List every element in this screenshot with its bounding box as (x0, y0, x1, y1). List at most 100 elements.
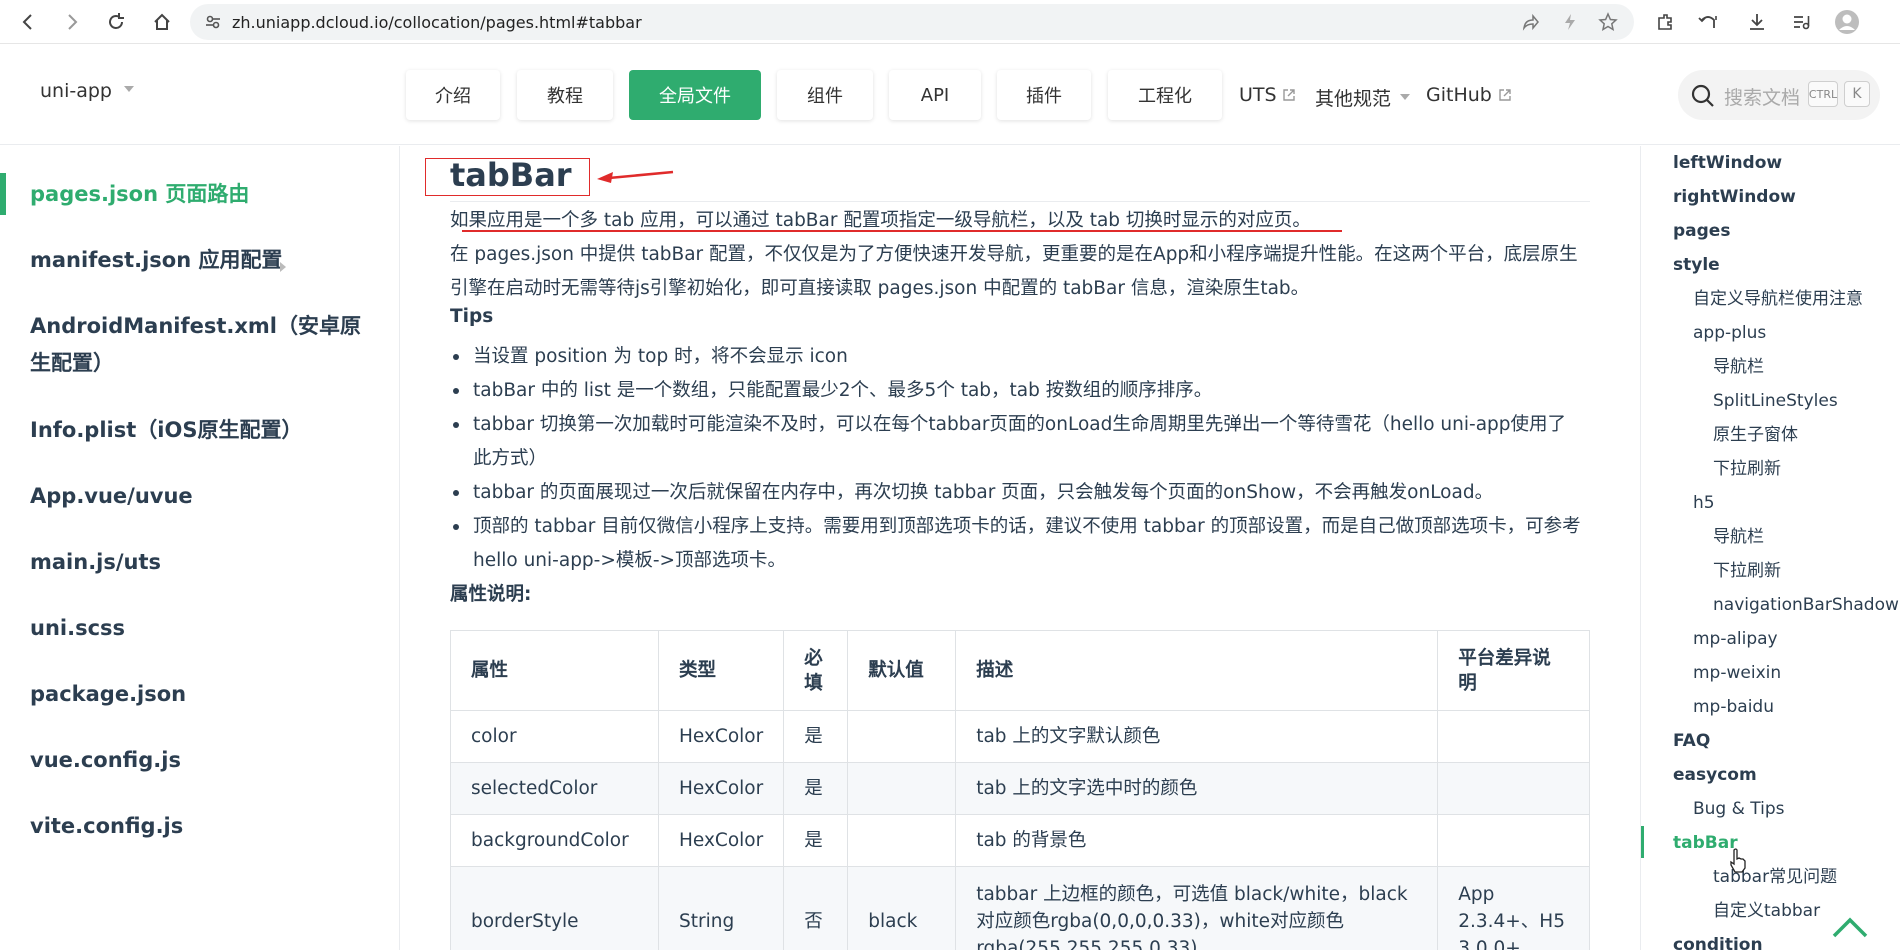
nav-components[interactable]: 组件 (777, 70, 873, 120)
toc-item[interactable]: 下拉刷新 (1713, 452, 1781, 486)
back-icon[interactable] (12, 6, 44, 38)
cell: tab 的背景色 (955, 814, 1439, 867)
cell: String (657, 866, 785, 950)
brand-selector[interactable]: uni-app (40, 80, 112, 102)
search-placeholder: 搜索文档 (1724, 87, 1801, 109)
reload-icon[interactable] (100, 6, 132, 38)
home-icon[interactable] (146, 6, 178, 38)
toc-item[interactable]: 原生子窗体 (1713, 418, 1798, 452)
sidebar-item-pages-json[interactable]: pages.json 页面路由 (30, 176, 370, 213)
chevron-down-icon[interactable] (1400, 94, 1410, 100)
cell: tabbar 上边框的颜色，可选值 black/white，black对应颜色r… (955, 866, 1439, 950)
nav-other-specs[interactable]: 其他规范 (1315, 84, 1391, 111)
toc-item[interactable]: 导航栏 (1713, 520, 1764, 554)
external-link-icon (1499, 89, 1511, 101)
toc-item[interactable]: 自定义tabbar (1713, 894, 1820, 928)
sidebar-active-indicator (0, 173, 6, 215)
sidebar-item-info-plist[interactable]: Info.plist（iOS原生配置） (30, 412, 370, 449)
sidebar-item-app-vue[interactable]: App.vue/uvue (30, 478, 370, 515)
chevron-right-icon[interactable] (280, 262, 286, 272)
sidebar: pages.json 页面路由 manifest.json 应用配置 Andro… (0, 146, 400, 950)
toc-item[interactable]: condition (1673, 928, 1763, 950)
toc-item[interactable]: style (1673, 248, 1720, 282)
heading-divider (450, 201, 1590, 202)
table-row: backgroundColor HexColor 是 tab 的背景色 (450, 814, 1590, 867)
toc-item[interactable]: 自定义导航栏使用注意 (1693, 282, 1863, 316)
toc-item[interactable]: mp-baidu (1693, 690, 1774, 724)
nav-plugins[interactable]: 插件 (997, 70, 1091, 120)
nav-api[interactable]: API (889, 70, 981, 120)
toc-item[interactable]: 下拉刷新 (1713, 554, 1781, 588)
tip-text: tabbar 切换第一次加载时可能渲染不及时，可以在每个tabbar页面的onL… (473, 414, 1567, 469)
sidebar-item-vue-config[interactable]: vue.config.js (30, 742, 370, 779)
cell: 是 (783, 762, 849, 815)
cell (1437, 814, 1590, 867)
col-header: 默认值 (847, 630, 957, 711)
sidebar-item-main-js[interactable]: main.js/uts (30, 544, 370, 581)
col-header: 必填 (783, 630, 849, 711)
cell: color (450, 710, 659, 763)
history-icon[interactable] (1694, 7, 1724, 37)
share-icon[interactable] (1520, 12, 1542, 34)
browser-toolbar: zh.uniapp.dcloud.io/collocation/pages.ht… (0, 0, 1900, 44)
toc-item[interactable]: rightWindow (1673, 180, 1796, 214)
cell (1437, 710, 1590, 763)
forward-icon[interactable] (56, 6, 88, 38)
nav-engineering[interactable]: 工程化 (1108, 70, 1222, 120)
nav-github[interactable]: GitHub (1426, 84, 1492, 106)
sidebar-item-vite-config[interactable]: vite.config.js (30, 808, 370, 845)
toc-item[interactable]: mp-weixin (1693, 656, 1781, 690)
nav-tutorial[interactable]: 教程 (517, 70, 613, 120)
list-item: tabbar 切换第一次加载时可能渲染不及时，可以在每个tabbar页面的onL… (453, 408, 1583, 476)
toc-item[interactable]: navigationBarShadow (1713, 588, 1899, 622)
search-button[interactable]: 搜索文档 CTRL K (1678, 70, 1880, 120)
download-icon[interactable] (1742, 7, 1772, 37)
extensions-icon[interactable] (1650, 7, 1680, 37)
cell (1437, 762, 1590, 815)
toc-item[interactable]: leftWindow (1673, 146, 1782, 180)
sidebar-item-manifest-json[interactable]: manifest.json 应用配置 (30, 242, 370, 279)
cell: selectedColor (450, 762, 659, 815)
sidebar-item-androidmanifest[interactable]: AndroidManifest.xml（安卓原生配置） (30, 308, 370, 382)
address-bar[interactable]: zh.uniapp.dcloud.io/collocation/pages.ht… (190, 4, 1634, 40)
toc-item[interactable]: FAQ (1673, 724, 1710, 758)
bullet (453, 524, 459, 530)
toc-item[interactable]: app-plus (1693, 316, 1766, 350)
nav-uts[interactable]: UTS (1239, 84, 1277, 106)
sidebar-item-package-json[interactable]: package.json (30, 676, 370, 713)
cell (847, 814, 957, 867)
toc-item[interactable]: Bug & Tips (1693, 792, 1785, 826)
site-info-icon[interactable] (204, 13, 222, 31)
cell: backgroundColor (450, 814, 659, 867)
tip-text: 当设置 position 为 top 时，将不会显示 icon (473, 346, 848, 367)
sidebar-item-uni-scss[interactable]: uni.scss (30, 610, 370, 647)
favorite-star-icon[interactable] (1598, 12, 1620, 34)
bullet (453, 354, 459, 360)
bullet (453, 490, 459, 496)
toc-item[interactable]: h5 (1693, 486, 1715, 520)
page-title: tabBar (450, 156, 572, 194)
nav-intro[interactable]: 介绍 (406, 70, 500, 120)
toc-item[interactable]: mp-alipay (1693, 622, 1778, 656)
profile-avatar-icon[interactable] (1832, 7, 1862, 37)
props-title: 属性说明: (450, 584, 532, 605)
nav-global-files[interactable]: 全局文件 (629, 70, 761, 120)
tip-text: tabbar 的页面展现过一次后就保留在内存中，再次切换 tabbar 页面，只… (473, 482, 1494, 503)
table-row: selectedColor HexColor 是 tab 上的文字选中时的颜色 (450, 762, 1590, 815)
toc-item[interactable]: 导航栏 (1713, 350, 1764, 384)
annotation-arrow (597, 170, 674, 183)
url-text: zh.uniapp.dcloud.io/collocation/pages.ht… (232, 13, 642, 32)
performance-icon[interactable] (1560, 12, 1582, 34)
toc-item[interactable]: easycom (1673, 758, 1757, 792)
toc-item[interactable]: SplitLineStyles (1713, 384, 1838, 418)
annotation-underline (462, 230, 1342, 232)
cell: black (847, 866, 957, 950)
col-header: 平台差异说明 (1437, 630, 1590, 711)
back-to-top-icon[interactable] (1830, 912, 1870, 942)
external-link-icon (1283, 89, 1295, 101)
cell: HexColor (657, 710, 785, 763)
toc-item[interactable]: pages (1673, 214, 1730, 248)
chevron-down-icon[interactable] (124, 86, 134, 92)
media-playlist-icon[interactable] (1786, 7, 1816, 37)
list-item: tabBar 中的 list 是一个数组，只能配置最少2个、最多5个 tab，t… (453, 374, 1583, 408)
